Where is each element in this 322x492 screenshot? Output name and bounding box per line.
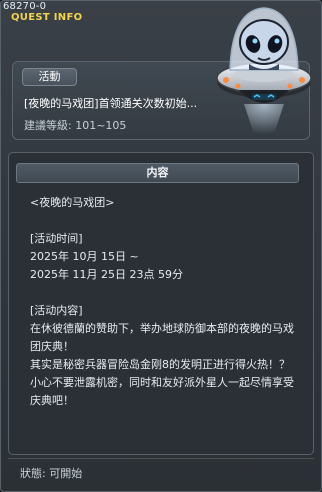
- activity-tag: 活動: [22, 68, 77, 86]
- content-line: 在休彼德蘭的赞助下，举办地球防御本部的夜晚的马戏团庆典！: [30, 322, 294, 353]
- recommended-level: 建議等級: 101~105: [24, 119, 127, 132]
- quest-status: 狀態: 可開始: [20, 467, 83, 480]
- content-line: <夜晚的马戏团>: [30, 196, 115, 209]
- content-body: <夜晚的马戏团> [活动时间] 2025年 10月 15日 ~ 2025年 11…: [30, 194, 302, 410]
- content-line: 小心不要泄露机密，同时和友好派外星人一起尽情享受庆典吧！: [30, 376, 294, 407]
- content-line: 2025年 10月 15日 ~: [30, 250, 139, 263]
- quest-name: [夜晚的马戏团]首领通关次数初始...: [24, 97, 198, 110]
- content-line: [活动内容]: [30, 304, 83, 317]
- content-header: 内容: [16, 163, 299, 183]
- alien-ufo-npc-icon: [216, 7, 312, 134]
- quest-id: 68270-0: [3, 1, 47, 12]
- footer-divider: [8, 458, 314, 459]
- content-line: [活动时间]: [30, 232, 83, 245]
- content-line: 2025年 11月 25日 23点 59分: [30, 268, 183, 281]
- content-line: 其实是秘密兵器冒险岛金刚8的发明正进行得火热！？: [30, 358, 290, 371]
- window-title: QUEST INFO: [11, 12, 83, 23]
